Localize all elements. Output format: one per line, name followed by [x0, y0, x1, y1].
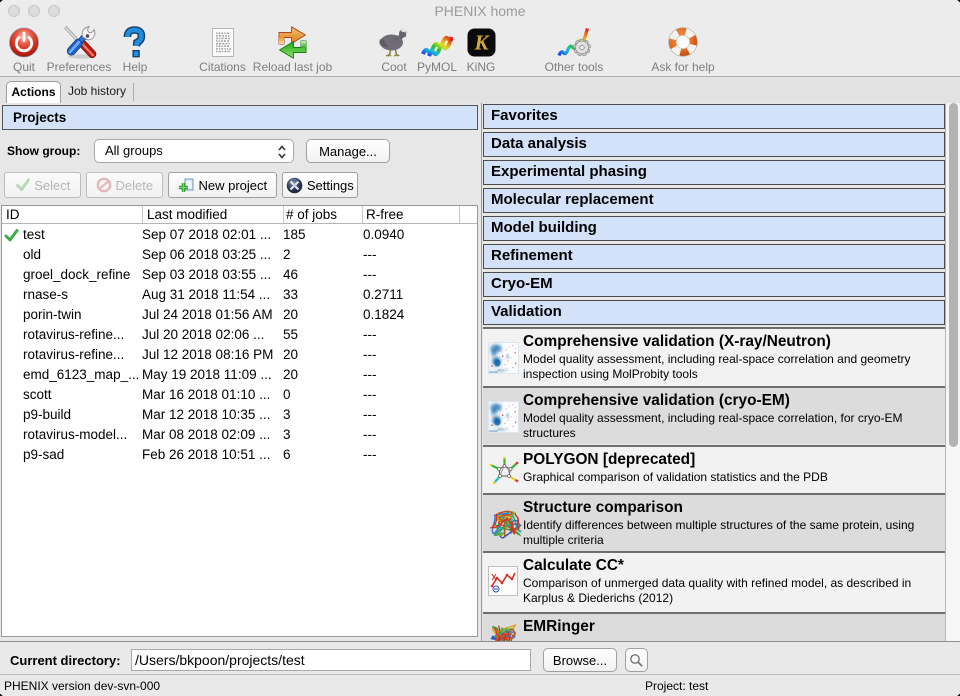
- svg-text:K: K: [473, 30, 490, 54]
